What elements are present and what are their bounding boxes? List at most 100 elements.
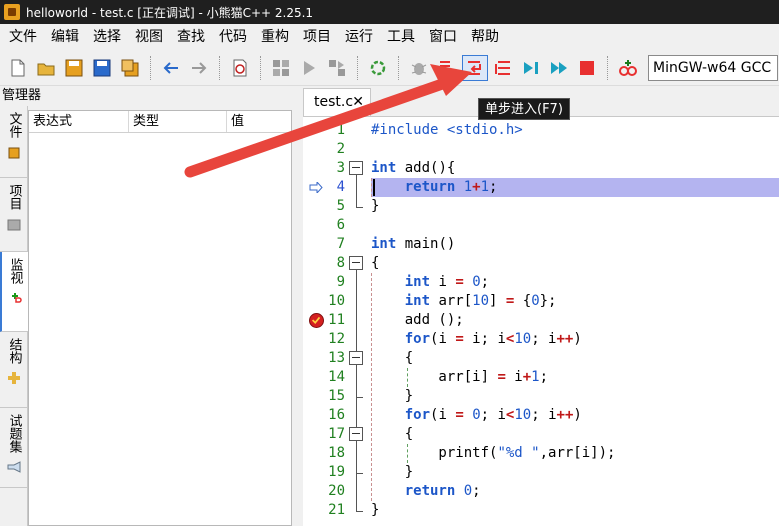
code-line[interactable]: 10 int arr[10] = {0};	[303, 292, 779, 311]
save-icon[interactable]	[61, 55, 87, 81]
line-number[interactable]: 3	[303, 159, 345, 178]
menu-item-5[interactable]: 代码	[212, 24, 254, 50]
code-text[interactable]: printf("%d ",arr[i]);	[371, 444, 779, 463]
code-line[interactable]: 21}	[303, 501, 779, 520]
code-text[interactable]: for(i = 0; i<10; i++)	[371, 406, 779, 425]
menu-item-6[interactable]: 重构	[254, 24, 296, 50]
code-line[interactable]: 12 for(i = i; i<10; i++)	[303, 330, 779, 349]
code-line[interactable]: 16 for(i = 0; i<10; i++)	[303, 406, 779, 425]
tab-project[interactable]: 项目	[0, 178, 28, 252]
code-line[interactable]: 14 arr[i] = i+1;	[303, 368, 779, 387]
code-text[interactable]: int i = 0;	[371, 273, 779, 292]
compile-run-icon[interactable]	[324, 55, 350, 81]
forward-icon[interactable]	[186, 55, 212, 81]
code-line[interactable]: 8{	[303, 254, 779, 273]
code-line[interactable]: 3 int add(){	[303, 159, 779, 178]
tab-watch[interactable]: 监视	[0, 252, 28, 332]
code-text[interactable]: add ();	[371, 311, 779, 330]
step-over-icon[interactable]	[434, 55, 460, 81]
save-all-icon[interactable]	[89, 55, 115, 81]
line-number[interactable]: 13	[303, 349, 345, 368]
code-line[interactable]: 9 int i = 0;	[303, 273, 779, 292]
code-text[interactable]: {	[371, 254, 779, 273]
code-text[interactable]: for(i = i; i<10; i++)	[371, 330, 779, 349]
line-number[interactable]: 18	[303, 444, 345, 463]
save-copy-icon[interactable]	[117, 55, 143, 81]
menu-item-3[interactable]: 视图	[128, 24, 170, 50]
code-line[interactable]: 15 }	[303, 387, 779, 406]
line-number[interactable]: 15	[303, 387, 345, 406]
code-text[interactable]	[371, 140, 779, 159]
file-tab[interactable]: test.c ✕	[303, 88, 371, 116]
code-line[interactable]: 17 {	[303, 425, 779, 444]
code-line[interactable]: 13 {	[303, 349, 779, 368]
add-watch-icon[interactable]	[615, 55, 641, 81]
code-line[interactable]: 1 #include <stdio.h>	[303, 121, 779, 140]
menu-item-4[interactable]: 查找	[170, 24, 212, 50]
tab-structure[interactable]: 结构	[0, 332, 28, 408]
line-number[interactable]: 19	[303, 463, 345, 482]
code-line[interactable]: 5}	[303, 197, 779, 216]
code-text[interactable]: return 0;	[371, 482, 779, 501]
rebuild-icon[interactable]	[365, 55, 391, 81]
line-number[interactable]: 12	[303, 330, 345, 349]
code-text[interactable]: #include <stdio.h>	[371, 121, 779, 140]
code-text[interactable]: int arr[10] = {0};	[371, 292, 779, 311]
line-number[interactable]: 17	[303, 425, 345, 444]
column-value[interactable]: 值	[227, 111, 291, 132]
line-number[interactable]: 7	[303, 235, 345, 254]
run-icon[interactable]	[296, 55, 322, 81]
back-icon[interactable]	[158, 55, 184, 81]
menu-item-7[interactable]: 项目	[296, 24, 338, 50]
debug-icon[interactable]	[406, 55, 432, 81]
new-file-icon[interactable]	[5, 55, 31, 81]
code-line[interactable]: 6	[303, 216, 779, 235]
code-text[interactable]: }	[371, 197, 779, 216]
fold-toggle[interactable]	[349, 351, 363, 365]
menu-item-10[interactable]: 窗口	[422, 24, 464, 50]
tab-files[interactable]: 文件	[0, 106, 28, 178]
code-text[interactable]: int add(){	[371, 159, 779, 178]
column-type[interactable]: 类型	[129, 111, 227, 132]
tab-problem-set[interactable]: 试题集	[0, 408, 28, 488]
code-line[interactable]: 20 return 0;	[303, 482, 779, 501]
code-text[interactable]: }	[371, 501, 779, 520]
code-text[interactable]: {	[371, 349, 779, 368]
code-text[interactable]: arr[i] = i+1;	[371, 368, 779, 387]
continue-icon[interactable]	[546, 55, 572, 81]
menu-item-8[interactable]: 运行	[338, 24, 380, 50]
code-text[interactable]: {	[371, 425, 779, 444]
code-line[interactable]: 19 }	[303, 463, 779, 482]
close-icon[interactable]: ✕	[352, 89, 364, 115]
line-number[interactable]: 6	[303, 216, 345, 235]
compile-icon[interactable]	[268, 55, 294, 81]
line-number[interactable]: 1	[303, 121, 345, 140]
menu-item-1[interactable]: 编辑	[44, 24, 86, 50]
code-line[interactable]: 7 int main()	[303, 235, 779, 254]
line-number[interactable]: 21	[303, 501, 345, 520]
line-number[interactable]: 10	[303, 292, 345, 311]
stop-icon[interactable]	[574, 55, 600, 81]
code-editor[interactable]: 1 #include <stdio.h> 2 3 int add(){4 return …	[303, 116, 779, 526]
code-text[interactable]: }	[371, 387, 779, 406]
run-to-cursor-icon[interactable]	[518, 55, 544, 81]
line-number[interactable]: 9	[303, 273, 345, 292]
code-line[interactable]: 11 add ();	[303, 311, 779, 330]
fold-toggle[interactable]	[349, 427, 363, 441]
code-text[interactable]: }	[371, 463, 779, 482]
line-number[interactable]: 14	[303, 368, 345, 387]
fold-toggle[interactable]	[349, 161, 363, 175]
line-number[interactable]: 16	[303, 406, 345, 425]
code-line[interactable]: 18 printf("%d ",arr[i]);	[303, 444, 779, 463]
code-line[interactable]: 2	[303, 140, 779, 159]
menu-item-2[interactable]: 选择	[86, 24, 128, 50]
column-expression[interactable]: 表达式	[29, 111, 129, 132]
code-text[interactable]: return 1+1;	[371, 178, 779, 197]
code-text[interactable]: int main()	[371, 235, 779, 254]
open-folder-icon[interactable]	[33, 55, 59, 81]
menu-item-11[interactable]: 帮助	[464, 24, 506, 50]
line-number[interactable]: 8	[303, 254, 345, 273]
step-out-icon[interactable]	[490, 55, 516, 81]
menu-item-9[interactable]: 工具	[380, 24, 422, 50]
line-number[interactable]: 20	[303, 482, 345, 501]
